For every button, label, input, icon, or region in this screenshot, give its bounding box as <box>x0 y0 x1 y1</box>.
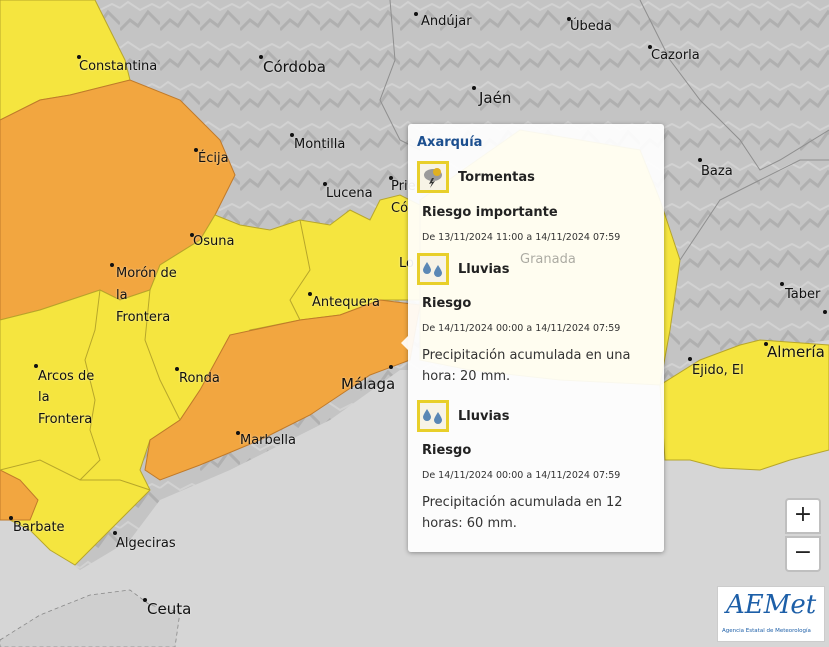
place-label: Écija <box>198 151 229 166</box>
place-label: Frontera <box>116 310 171 325</box>
thunderstorm-icon <box>417 161 449 193</box>
place-label: Cazorla <box>651 48 700 63</box>
warning-period: De 14/11/2024 00:00 a 14/11/2024 07:59 <box>422 323 621 334</box>
place-label: la <box>38 390 50 405</box>
place-dot <box>823 310 827 314</box>
place-dot <box>698 158 702 162</box>
warning-period: De 14/11/2024 00:00 a 14/11/2024 07:59 <box>422 470 621 481</box>
warning-period: De 13/11/2024 11:00 a 14/11/2024 07:59 <box>422 232 621 243</box>
rain-icon <box>417 400 449 432</box>
place-label: Andújar <box>421 14 472 29</box>
place-dot <box>688 357 692 361</box>
place-dot <box>110 263 114 267</box>
place-dot <box>414 12 418 16</box>
warning-risk: Riesgo <box>422 296 472 311</box>
warning-risk: Riesgo importante <box>422 205 558 220</box>
logo-text: AEMet <box>726 590 817 620</box>
place-label: Ceuta <box>147 600 192 618</box>
place-label: Taber <box>785 287 821 302</box>
place-label: Córdoba <box>263 58 326 76</box>
place-label: Granada <box>520 252 576 267</box>
warning-phenomenon: Tormentas <box>458 170 535 185</box>
place-label: Montilla <box>294 137 346 152</box>
place-label: Osuna <box>193 234 235 249</box>
place-label: Baza <box>701 164 733 179</box>
rain-icon <box>417 253 449 285</box>
place-dot <box>389 365 393 369</box>
place-label: Ejido, El <box>692 363 744 378</box>
popup-zone-title: Axarquía <box>417 135 483 150</box>
place-label: Antequera <box>312 295 381 310</box>
place-label: Morón de <box>116 266 177 281</box>
place-label: Málaga <box>341 375 396 393</box>
place-label: Barbate <box>13 520 65 535</box>
warning-phenomenon: Lluvias <box>458 409 510 424</box>
warning-popup: Axarquía Tormentas Riesgo importante De … <box>401 124 664 552</box>
place-label: Algeciras <box>116 536 176 551</box>
place-dot <box>113 531 117 535</box>
place-label: Lucena <box>326 186 373 201</box>
place-label: Constantina <box>79 59 158 74</box>
warning-risk: Riesgo <box>422 443 472 458</box>
warning-detail: Precipitación acumulada en una hora: 20 … <box>422 348 631 384</box>
place-label: Arcos de <box>38 369 95 384</box>
aemet-logo[interactable]: AEMet Agencia Estatal de Meteorología <box>717 586 825 642</box>
warning-detail: Precipitación acumulada en 12 horas: 60 … <box>422 495 623 531</box>
place-label: la <box>116 288 128 303</box>
popup-pointer <box>401 336 408 350</box>
warning-phenomenon: Lluvias <box>458 262 510 277</box>
place-label: Ronda <box>179 371 220 386</box>
place-dot <box>472 86 476 90</box>
place-label: Marbella <box>240 433 296 448</box>
place-label: Jaén <box>479 89 512 107</box>
place-label: Frontera <box>38 412 93 427</box>
logo-subtitle: Agencia Estatal de Meteorología <box>722 628 811 634</box>
place-label: Úbeda <box>570 19 612 34</box>
place-label: Almería <box>767 343 825 361</box>
zoom-in-button[interactable]: + <box>785 498 821 534</box>
place-dot <box>780 282 784 286</box>
place-label: Có <box>391 201 409 216</box>
zoom-out-button[interactable]: − <box>785 536 821 572</box>
place-dot <box>34 364 38 368</box>
